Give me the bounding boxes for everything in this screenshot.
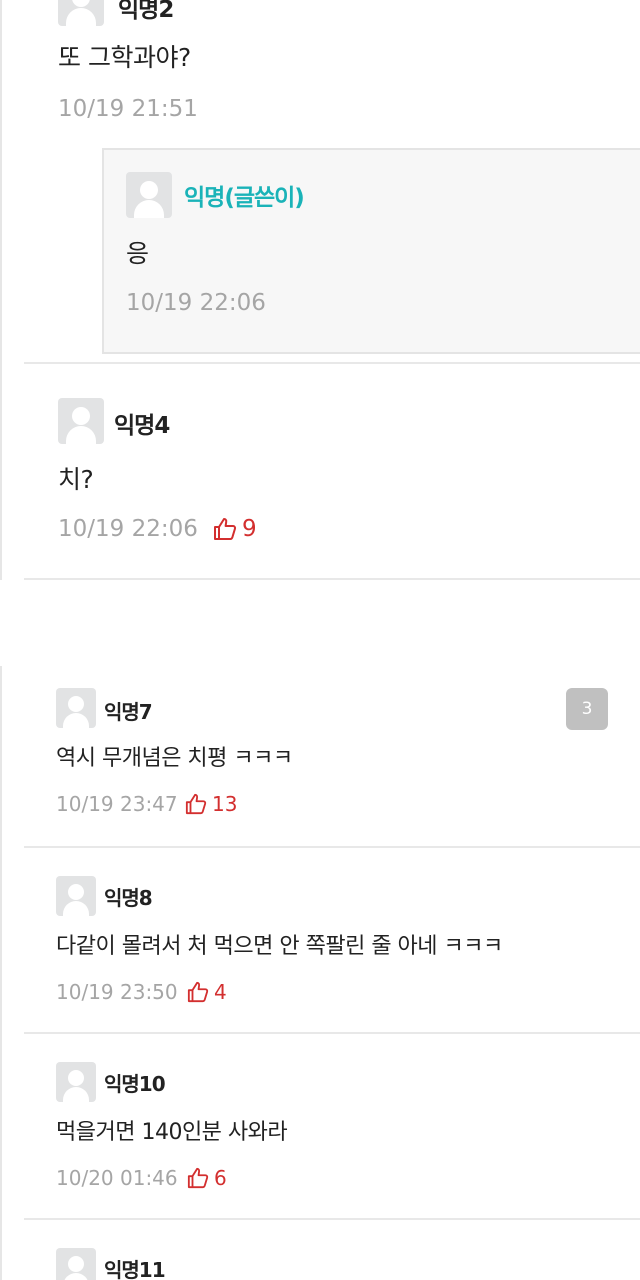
thumbs-up-icon [214,518,237,540]
like-count[interactable]: 9 [212,516,257,542]
avatar [56,1062,96,1102]
comment-block-bottom: 익명7 역시 무개념은 치평 ㅋㅋㅋ 10/19 23:47 13 익명8 다같… [0,666,640,1280]
like-number: 4 [214,980,227,1004]
comment-item: 익명10 먹을거면 140인분 사와라 10/20 01:46 6 [24,1034,640,1220]
like-count[interactable]: 4 [186,980,227,1004]
comment-time: 10/20 01:46 [56,1166,178,1190]
like-number: 9 [242,516,257,542]
comment-text: 다같이 몰려서 처 먹으면 안 쪽팔린 줄 아네 ㅋㅋㅋ [56,934,503,959]
comment-nickname[interactable]: 익명7 [104,696,153,725]
like-count[interactable]: 6 [186,1166,227,1190]
like-count[interactable]: 13 [184,792,237,816]
comment-time: 10/19 23:50 [56,980,178,1004]
comment-nickname[interactable]: 익명4 [114,406,170,440]
comment-nickname[interactable]: 익명8 [104,882,153,911]
like-number: 6 [214,1166,227,1190]
avatar [56,876,96,916]
comment-item: 익명11 [24,1220,640,1280]
comment-time: 10/19 22:06 [58,516,198,542]
comment-item: 익명8 다같이 몰려서 처 먹으면 안 쪽팔린 줄 아네 ㅋㅋㅋ 10/19 2… [24,848,640,1034]
avatar [58,0,104,26]
comment-text: 먹을거면 140인분 사와라 [56,1120,288,1145]
comment-time: 10/19 23:47 [56,792,178,816]
reply-item: 익명(글쓴이) 응 10/19 22:06 [102,148,640,354]
comment-item: 익명7 역시 무개념은 치평 ㅋㅋㅋ 10/19 23:47 13 [24,666,640,848]
comment-time: 10/19 21:51 [58,96,198,122]
reply-text: 응 [126,239,149,268]
reply-time: 10/19 22:06 [126,290,266,316]
comment-nickname[interactable]: 익명10 [104,1068,166,1097]
comment-nickname[interactable]: 익명2 [118,0,174,24]
reply-nickname-writer[interactable]: 익명(글쓴이) [184,178,305,212]
comment-item: 익명4 치? 10/19 22:06 9 [24,364,640,580]
comment-text: 치? [58,465,94,494]
thumbs-up-icon [187,1167,209,1189]
avatar [56,688,96,728]
thumbs-up-icon [185,793,207,815]
comment-block-top: 익명2 또 그학과야? 10/19 21:51 익명(글쓴이) 응 10/19 … [0,0,640,580]
comment-text: 또 그학과야? [58,43,191,72]
vote-count-badge[interactable]: 3 [566,688,608,730]
comment-nickname[interactable]: 익명11 [104,1254,166,1280]
avatar [126,172,172,218]
avatar [58,398,104,444]
comment-text: 역시 무개념은 치평 ㅋㅋㅋ [56,746,293,771]
thumbs-up-icon [187,981,209,1003]
avatar [56,1248,96,1280]
like-number: 13 [212,792,238,816]
